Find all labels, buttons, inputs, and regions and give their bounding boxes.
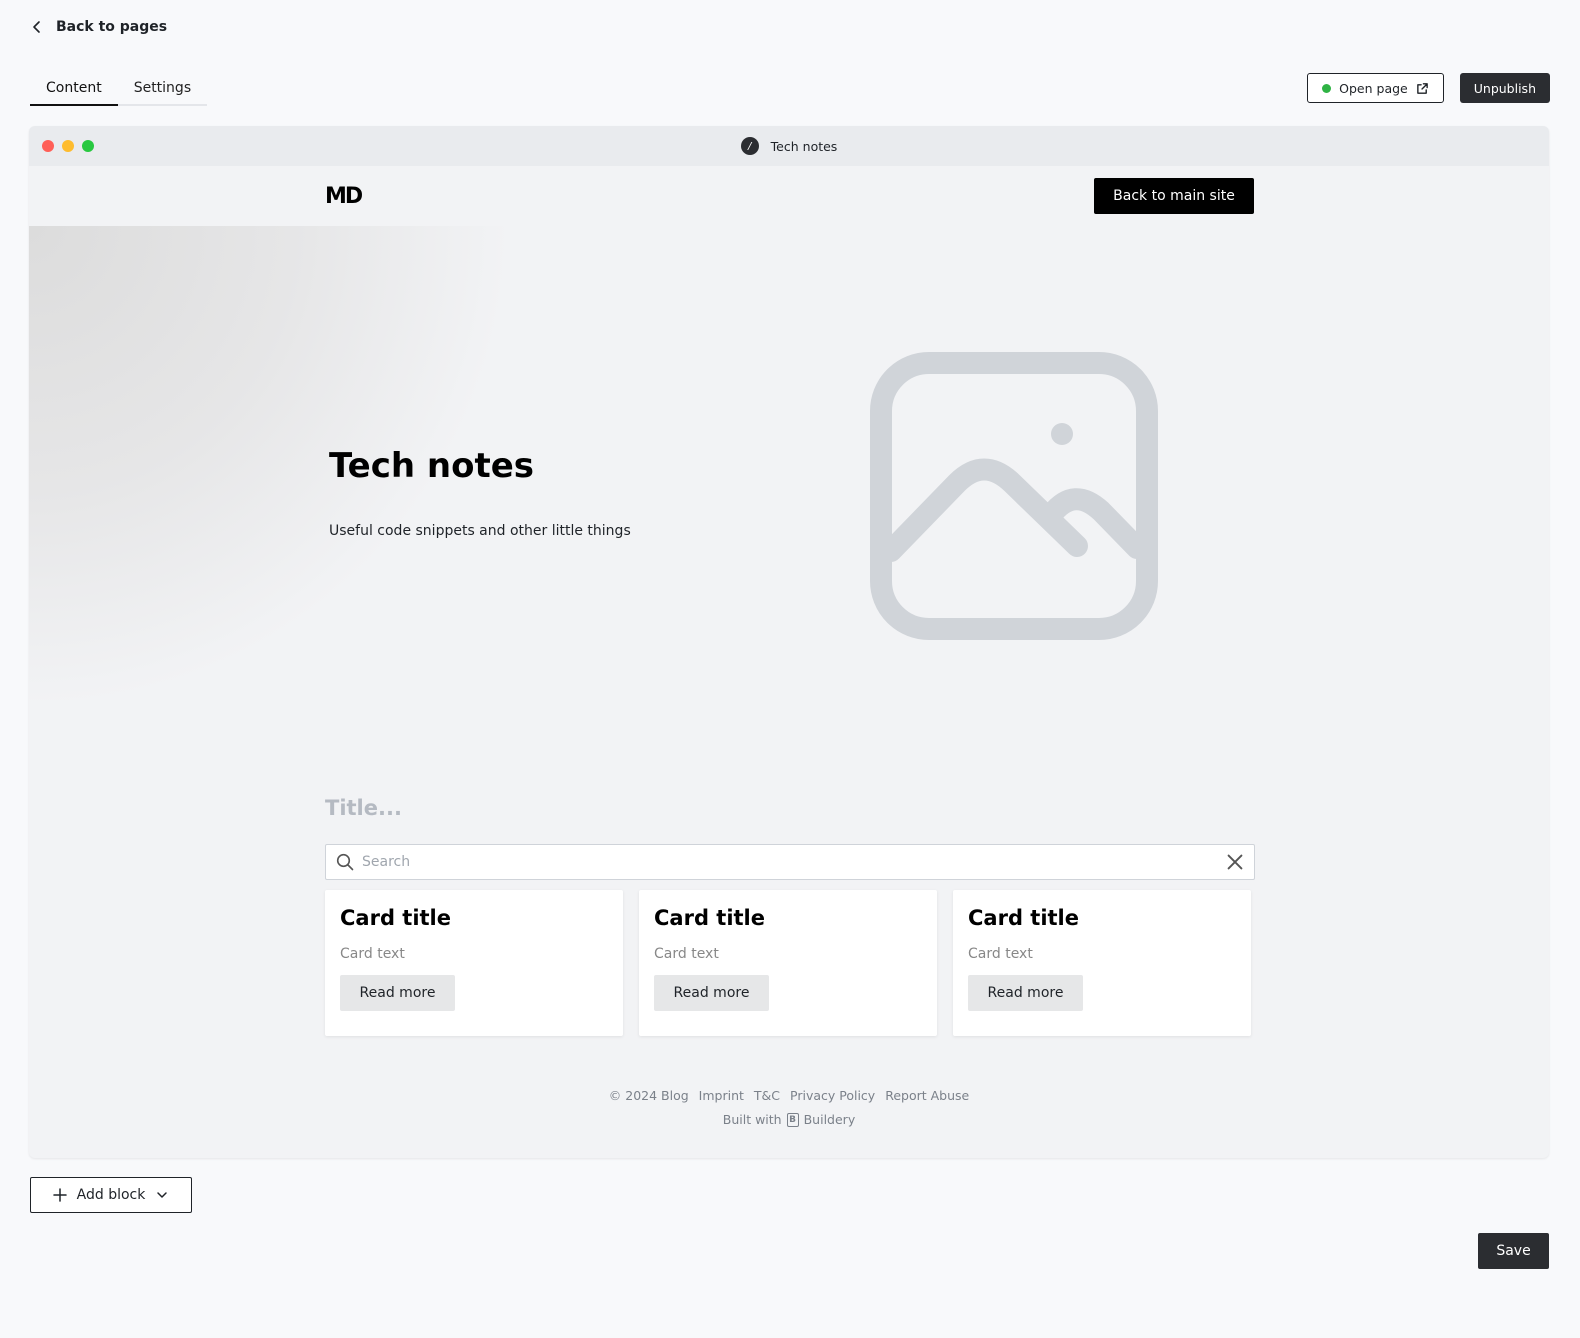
read-more-button[interactable]: Read more: [340, 975, 455, 1011]
chevron-left-icon: [33, 21, 40, 33]
back-to-pages-label: Back to pages: [56, 19, 168, 35]
page-preview: / Tech notes MD Back to main site Tech n…: [29, 126, 1549, 1158]
page-actions: Open page Unpublish: [1307, 73, 1550, 103]
hero-section[interactable]: Tech notes Useful code snippets and othe…: [29, 226, 1549, 786]
save-button[interactable]: Save: [1478, 1233, 1549, 1269]
card-title: Card title: [654, 906, 765, 930]
buildery-logo-icon: B: [786, 1112, 799, 1127]
hero-title: Tech notes: [329, 446, 535, 486]
built-with[interactable]: Built with B Buildery: [29, 1112, 1549, 1127]
footer-links: © 2024 Blog Imprint T&C Privacy Policy R…: [29, 1088, 1549, 1103]
add-block-label: Add block: [76, 1187, 146, 1203]
search-input[interactable]: [362, 854, 1218, 870]
chevron-down-icon: [157, 1192, 168, 1198]
add-block-button[interactable]: Add block: [30, 1177, 192, 1213]
footer-link-imprint[interactable]: Imprint: [699, 1088, 744, 1103]
published-status-dot: [1322, 83, 1332, 93]
site-header: MD Back to main site: [29, 166, 1549, 226]
footer-link-report-abuse[interactable]: Report Abuse: [885, 1088, 969, 1103]
card-text: Card text: [654, 946, 719, 962]
window-title-text: Tech notes: [770, 138, 838, 154]
open-page-label: Open page: [1339, 80, 1408, 96]
card: Card title Card text Read more: [325, 890, 623, 1036]
card-title: Card title: [340, 906, 451, 930]
preview-titlebar: / Tech notes: [29, 126, 1549, 166]
buildery-brand: Buildery: [803, 1112, 856, 1127]
card-text: Card text: [968, 946, 1033, 962]
window-controls: [42, 140, 94, 152]
card-text: Card text: [340, 946, 405, 962]
footer-link-terms[interactable]: T&C: [754, 1088, 780, 1103]
card-title: Card title: [968, 906, 1079, 930]
tab-content[interactable]: Content: [30, 72, 118, 106]
listing-title-placeholder[interactable]: Title...: [325, 796, 402, 820]
site-favicon-icon: /: [740, 137, 759, 155]
read-more-button[interactable]: Read more: [654, 975, 769, 1011]
search-icon: [336, 853, 354, 871]
card: Card title Card text Read more: [639, 890, 937, 1036]
site-footer: © 2024 Blog Imprint T&C Privacy Policy R…: [29, 1088, 1549, 1127]
plus-icon: [52, 1188, 67, 1202]
hero-subtitle: Useful code snippets and other little th…: [329, 523, 631, 539]
back-to-main-site-button[interactable]: Back to main site: [1094, 178, 1254, 214]
card-list: Card title Card text Read more Card titl…: [325, 890, 1251, 1036]
footer-link-privacy[interactable]: Privacy Policy: [790, 1088, 875, 1103]
maximize-dot-icon: [82, 140, 94, 152]
close-dot-icon: [42, 140, 54, 152]
tab-settings[interactable]: Settings: [117, 72, 208, 106]
site-logo[interactable]: MD: [325, 184, 363, 209]
read-more-button[interactable]: Read more: [968, 975, 1083, 1011]
preview-window-title: / Tech notes: [740, 137, 838, 155]
minimize-dot-icon: [62, 140, 74, 152]
search-bar: [325, 844, 1255, 880]
image-placeholder-icon: [870, 352, 1158, 640]
clear-search-icon[interactable]: [1226, 853, 1244, 871]
unpublish-button[interactable]: Unpublish: [1459, 73, 1550, 103]
card: Card title Card text Read more: [953, 890, 1251, 1036]
open-page-button[interactable]: Open page: [1307, 73, 1444, 103]
footer-copyright: © 2024 Blog: [608, 1088, 689, 1103]
built-with-label: Built with: [722, 1112, 782, 1127]
external-link-icon: [1416, 82, 1428, 94]
editor-tabs: Content Settings: [30, 72, 208, 106]
back-to-pages-link[interactable]: Back to pages: [30, 16, 167, 38]
